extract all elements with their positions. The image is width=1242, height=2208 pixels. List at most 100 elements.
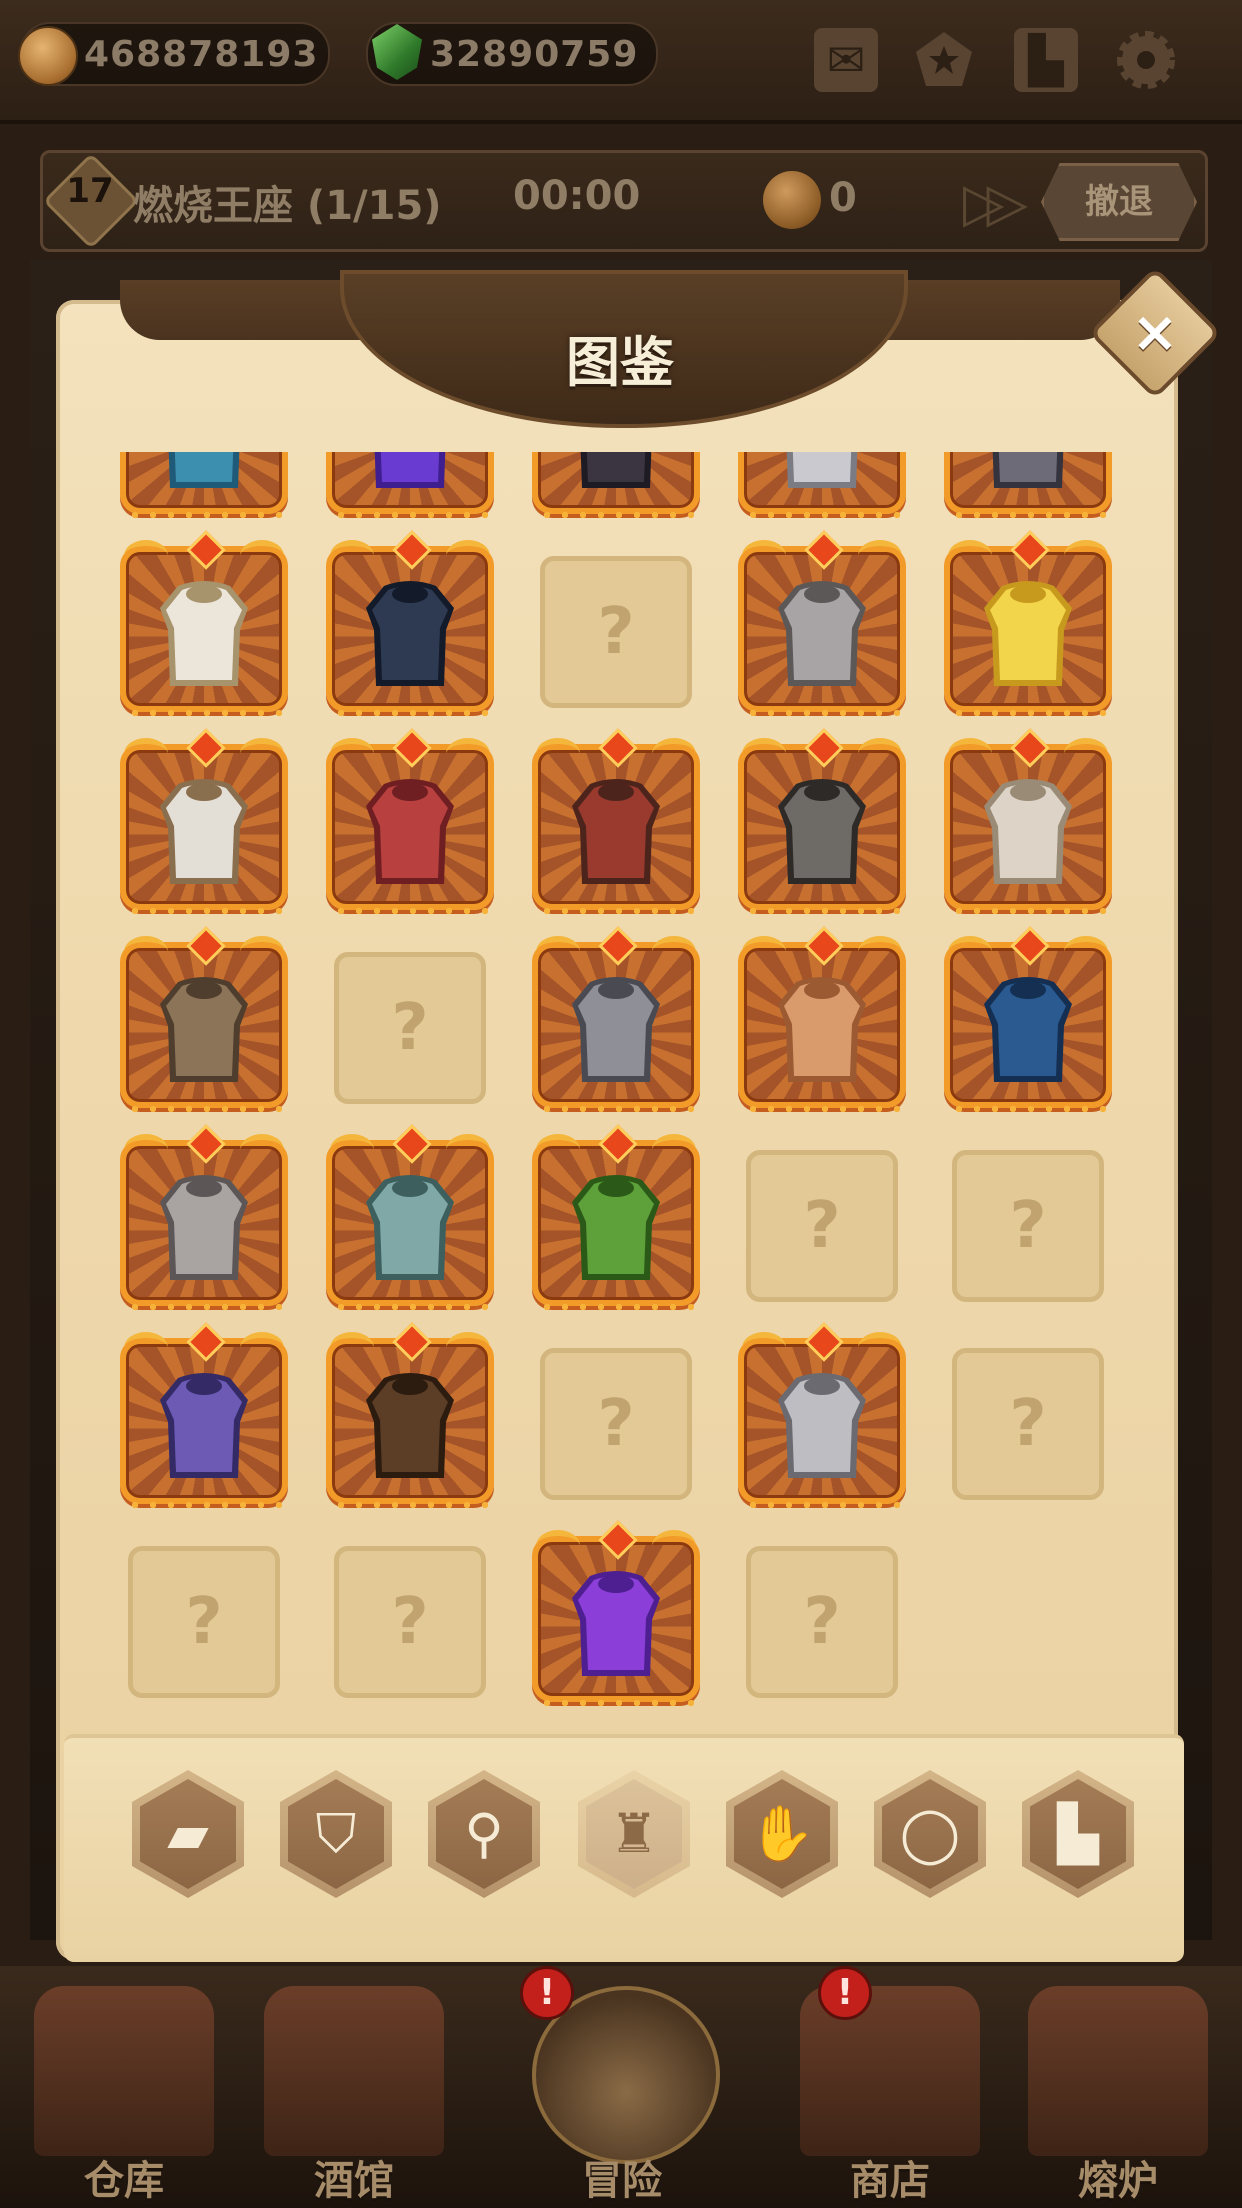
yellow-cape-icon: [984, 581, 1072, 686]
armor-item-purple-hood[interactable]: [116, 1322, 292, 1510]
locked-item-slot[interactable]: ?: [940, 1134, 1116, 1310]
item-grid[interactable]: ?????????: [116, 452, 1126, 1742]
mail-icon[interactable]: ✉: [814, 28, 878, 92]
frame-ornament: [536, 1134, 580, 1166]
locked-item-slot[interactable]: ?: [116, 1530, 292, 1706]
armor-item-torn-white-robe[interactable]: [940, 728, 1116, 916]
frame-ornament: [742, 738, 786, 770]
fast-forward-icon[interactable]: ▷▷: [963, 171, 1028, 234]
top-resource-bar: 468878193 32890759 ✉ ▙: [0, 0, 1242, 124]
category-tab-amulet[interactable]: ⚲: [428, 1770, 540, 1898]
frame-ornament: [858, 936, 902, 968]
frame-ornament: [240, 1332, 284, 1364]
question-mark-icon: ?: [185, 1585, 223, 1659]
category-tab-book[interactable]: ▰: [132, 1770, 244, 1898]
locked-item-slot[interactable]: ?: [528, 540, 704, 716]
chest-armor-icon: ♜: [609, 1802, 659, 1865]
nav-label: 仓库: [84, 2158, 164, 2204]
frame-ornament: [1064, 936, 1108, 968]
locked-item-slot[interactable]: ?: [322, 1530, 498, 1706]
armor-item-dark-plate[interactable]: [940, 452, 1116, 520]
steel-cuirass-icon: [778, 581, 866, 686]
category-tab-boot[interactable]: ▙: [1022, 1770, 1134, 1898]
category-tab-glove[interactable]: ✋: [726, 1770, 838, 1898]
armor-item-silver-chestplate[interactable]: [734, 1322, 910, 1510]
settings-icon[interactable]: [1114, 28, 1178, 92]
armor-item-dark-fur-cloak[interactable]: [322, 530, 498, 718]
alert-badge-icon: !: [818, 1966, 872, 2020]
stage-coin-icon: [763, 171, 821, 229]
armor-item-chainmail-vest[interactable]: [734, 728, 910, 916]
nav-item-1[interactable]: 酒馆: [254, 1976, 454, 2204]
frame-ornament: [948, 936, 992, 968]
chainmail-vest-icon: [778, 779, 866, 884]
armor-item-brown-rag[interactable]: [734, 926, 910, 1114]
locked-item-slot[interactable]: ?: [734, 1530, 910, 1706]
nav-item-3[interactable]: 商店: [790, 1976, 990, 2204]
silver-plate-icon: [786, 452, 858, 488]
frame-ornament: [652, 1530, 696, 1562]
armor-item-green-hood[interactable]: [528, 1124, 704, 1312]
armor-item-black-armor[interactable]: [528, 452, 704, 520]
dark-fur-cloak-icon: [366, 581, 454, 686]
nav-building-icon: [34, 1986, 214, 2156]
armor-item-teal-plate[interactable]: [322, 1124, 498, 1312]
armor-item-blue-cape[interactable]: [940, 926, 1116, 1114]
question-mark-icon: ?: [803, 1189, 841, 1263]
nav-building-icon: [264, 1986, 444, 2156]
nav-label: 熔炉: [1078, 2158, 1158, 2204]
nav-item-4[interactable]: 熔炉: [1018, 1976, 1218, 2204]
locked-item-slot[interactable]: ?: [734, 1134, 910, 1310]
nav-label: 冒险: [582, 2158, 662, 2204]
armor-item-white-hood-tunic[interactable]: [116, 728, 292, 916]
locked-item-slot[interactable]: ?: [528, 1332, 704, 1508]
frame-ornament: [240, 540, 284, 572]
teal-plate-icon: [366, 1175, 454, 1280]
favorites-icon[interactable]: [912, 28, 976, 92]
amulet-icon: ⚲: [464, 1802, 504, 1865]
close-icon[interactable]: ×: [1108, 286, 1202, 380]
armor-item-purple-robe[interactable]: [528, 1520, 704, 1708]
book-icon[interactable]: ▙: [1014, 28, 1078, 92]
red-hood-icon: [366, 779, 454, 884]
stage-timer: 00:00: [513, 173, 641, 219]
blue-cape-icon: [984, 977, 1072, 1082]
armor-item-red-hood[interactable]: [322, 728, 498, 916]
armor-item-silver-plate[interactable]: [734, 452, 910, 520]
question-mark-icon: ?: [391, 1585, 429, 1659]
level-number: 17: [66, 171, 114, 211]
armor-item-hooded-mail[interactable]: [528, 926, 704, 1114]
nav-item-0[interactable]: 仓库: [24, 1976, 224, 2204]
retreat-button[interactable]: 撤退: [1041, 163, 1197, 241]
nav-building-icon: [1028, 1986, 1208, 2156]
book-icon: ▰: [167, 1802, 209, 1865]
armor-item-yellow-cape[interactable]: [940, 530, 1116, 718]
category-tab-ring[interactable]: ◯: [874, 1770, 986, 1898]
locked-item-slot[interactable]: ?: [940, 1332, 1116, 1508]
armor-item-red-doublet[interactable]: [528, 728, 704, 916]
armor-item-white-tunic[interactable]: [116, 530, 292, 718]
leather-jerkin-icon: [160, 977, 248, 1082]
frame-ornament: [240, 738, 284, 770]
locked-item-slot[interactable]: ?: [322, 936, 498, 1112]
frame-ornament: [446, 1332, 490, 1364]
armor-item-teal-cloak[interactable]: [116, 452, 292, 520]
category-tab-chest-armor[interactable]: ♜: [578, 1770, 690, 1898]
question-mark-icon: ?: [391, 991, 429, 1065]
green-hood-icon: [572, 1175, 660, 1280]
armor-item-brown-robe[interactable]: [322, 1322, 498, 1510]
frame-ornament: [330, 738, 374, 770]
ring-icon: ◯: [899, 1802, 961, 1865]
hooded-mail-icon: [572, 977, 660, 1082]
armor-item-steel-cuirass[interactable]: [734, 530, 910, 718]
silver-chestplate-icon: [778, 1373, 866, 1478]
frame-ornament: [446, 1134, 490, 1166]
armor-item-purple-fur-cloak[interactable]: [322, 452, 498, 520]
frame-ornament: [124, 1332, 168, 1364]
frame-ornament: [652, 738, 696, 770]
armor-item-iron-cuirass[interactable]: [116, 1124, 292, 1312]
armor-item-leather-jerkin[interactable]: [116, 926, 292, 1114]
category-tab-helmet[interactable]: ⛉: [280, 1770, 392, 1898]
frame-ornament: [858, 1332, 902, 1364]
stage-name: 燃烧王座 (1/15): [133, 183, 442, 229]
